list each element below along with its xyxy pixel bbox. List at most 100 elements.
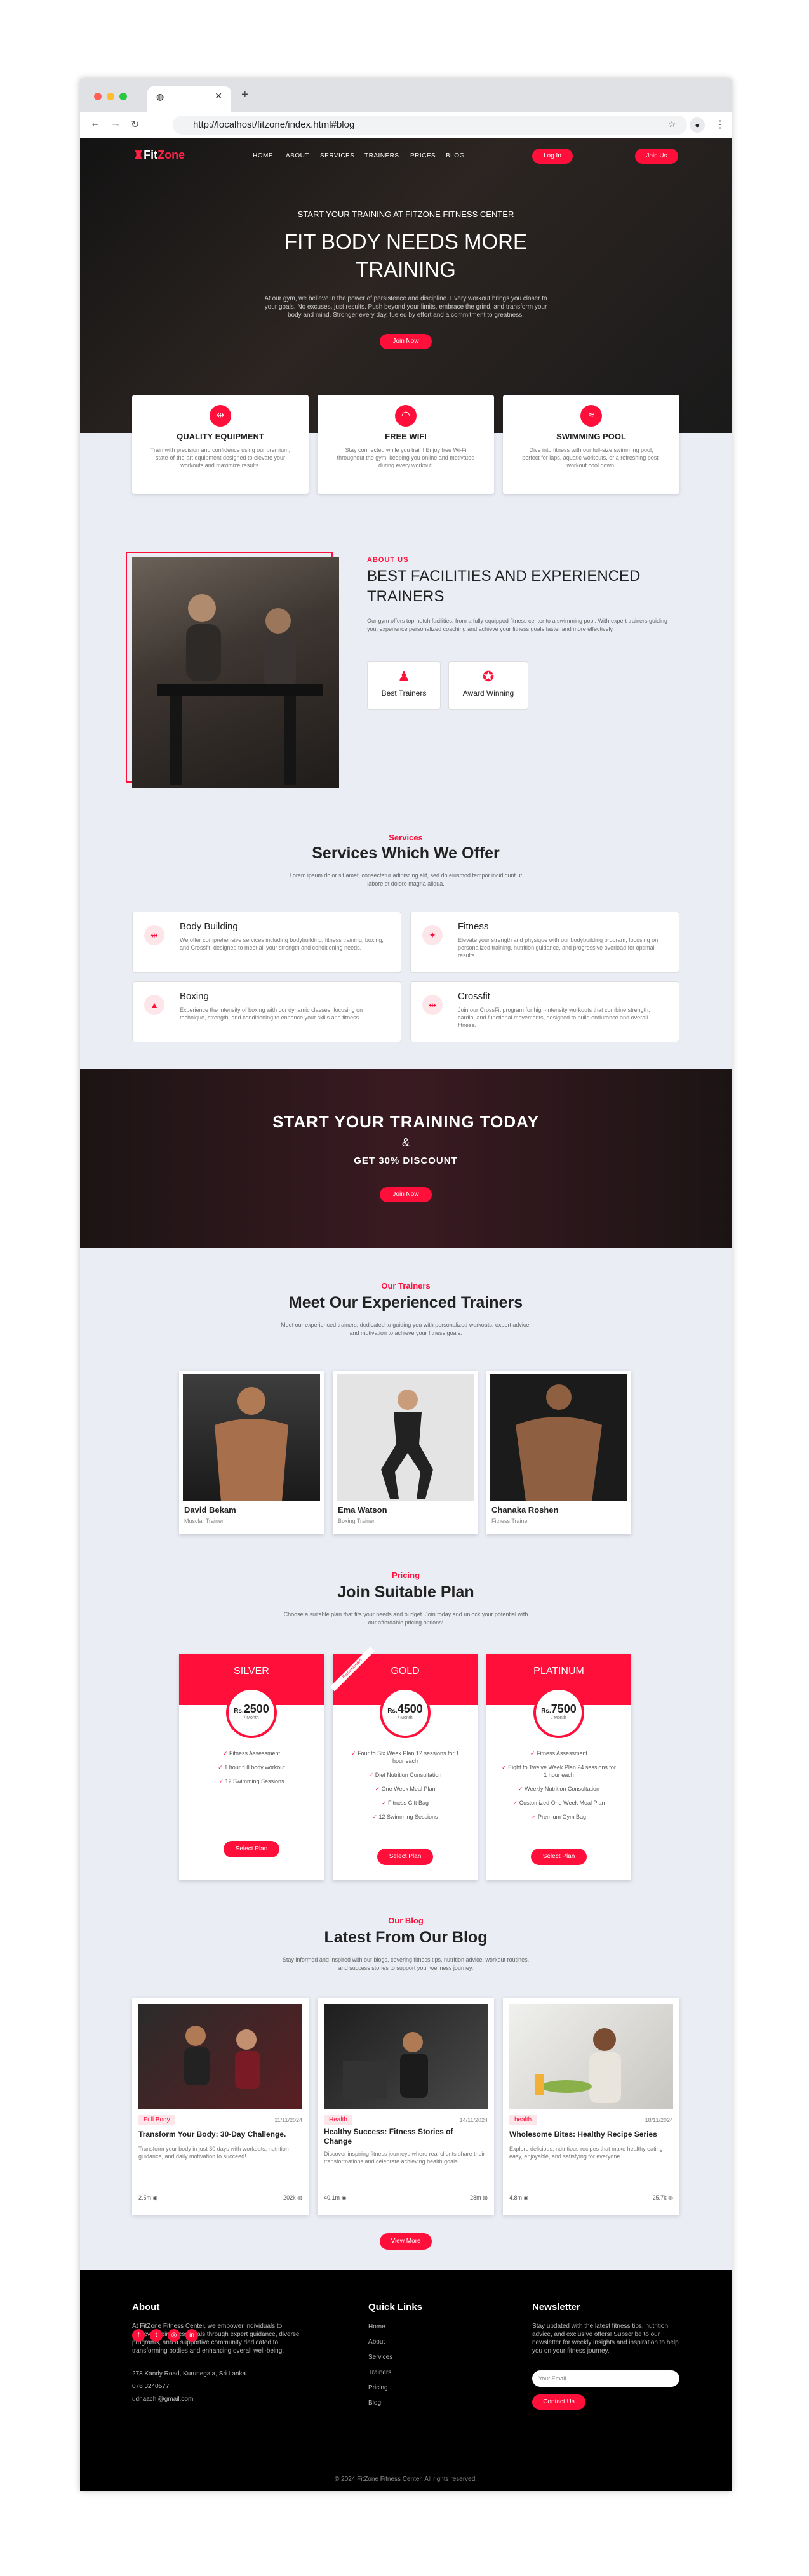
service-card-body-building[interactable]: ⇹ Body Building We offer comprehensive s… (132, 912, 401, 973)
select-plan-button[interactable]: Select Plan (224, 1841, 279, 1857)
trainer-card[interactable]: David Bekam Musclar Trainer (179, 1371, 324, 1534)
trainers-eyebrow: Our Trainers (381, 1281, 431, 1291)
footer-link-about[interactable]: About (368, 2339, 385, 2346)
url-input[interactable]: http://localhost/fitzone/index.html#blog (173, 116, 687, 135)
service-card-boxing[interactable]: ▲ Boxing Experience the intensity of box… (132, 981, 401, 1042)
blog-eyebrow: Our Blog (388, 1916, 424, 1925)
view-more-button[interactable]: View More (380, 2233, 432, 2250)
close-window-button[interactable] (94, 93, 102, 100)
nav-prices[interactable]: PRICES (410, 152, 436, 159)
hero-section: ♜FitZone HOME ABOUT SERVICES TRAINERS PR… (80, 138, 732, 433)
footer-email[interactable]: udnaachi@gmail.com (132, 2396, 193, 2403)
per-month: / Month (398, 1716, 413, 1720)
check-icon: ✓ (381, 1800, 387, 1806)
banner-title: START YOUR TRAINING TODAY (272, 1112, 539, 1131)
bookmark-star-icon[interactable]: ☆ (668, 119, 676, 129)
blog-card[interactable]: Full Body 11/11/2024 Transform Your Body… (132, 1998, 309, 2215)
nav-blog[interactable]: BLOG (446, 152, 465, 159)
subscribe-button[interactable]: Contact Us (532, 2394, 585, 2410)
blog-card[interactable]: Health 14/11/2024 Healthy Success: Fitne… (318, 1998, 494, 2215)
service-card-crossfit[interactable]: ⇹ Crossfit Join our CrossFit program for… (410, 981, 679, 1042)
check-icon: ✓ (368, 1772, 374, 1778)
service-card-fitness[interactable]: ✦ Fitness Elevate your strength and phys… (410, 912, 679, 973)
nav-home[interactable]: HOME (253, 152, 273, 159)
footer-link-home[interactable]: Home (368, 2323, 385, 2330)
twitter-icon[interactable]: t (150, 2329, 163, 2342)
hero-eyebrow: START YOUR TRAINING AT FITZONE FITNESS C… (297, 209, 514, 219)
profile-icon[interactable]: ● (690, 117, 705, 133)
hero-join-button[interactable]: Join Now (380, 334, 432, 349)
trainer-photo (490, 1374, 627, 1501)
hero-title-line2: TRAINING (356, 258, 456, 281)
forward-icon[interactable]: → (110, 118, 121, 129)
menu-dots-icon[interactable]: ⋮ (715, 118, 725, 131)
login-button[interactable]: Log In (532, 149, 573, 164)
blog-photo (138, 2004, 302, 2109)
maximize-window-button[interactable] (119, 93, 127, 100)
blog-comments: 202k ◍ (283, 2194, 302, 2201)
service-title: Boxing (180, 991, 209, 1002)
kettlebell-icon: ⇹ (422, 995, 443, 1015)
blog-date: 11/11/2024 (274, 2117, 302, 2123)
check-icon: ✓ (518, 1786, 523, 1792)
comment-icon: ◍ (297, 2194, 302, 2201)
blog-post-title[interactable]: Healthy Success: Fitness Stories of (324, 2127, 453, 2136)
service-text: We offer comprehensive services includin… (180, 937, 384, 951)
services-text: Lorem ipsum dolor sit amet, consectetur … (289, 872, 523, 879)
blog-views: 40.1m ◉ (324, 2194, 347, 2201)
footer-link-blog[interactable]: Blog (368, 2400, 381, 2407)
currency: Rs. (234, 1708, 244, 1715)
join-us-button[interactable]: Join Us (635, 149, 678, 164)
trainer-card[interactable]: Chanaka Roshen Fitness Trainer (486, 1371, 631, 1534)
blog-post-title[interactable]: Wholesome Bites: Healthy Recipe Series (509, 2130, 657, 2139)
per-month: / Month (244, 1716, 259, 1720)
trainer-card[interactable]: Ema Watson Boxing Trainer (333, 1371, 478, 1534)
nav-services[interactable]: SERVICES (320, 152, 354, 159)
feature-text: Train with precision and confidence usin… (150, 447, 291, 468)
select-plan-button[interactable]: Select Plan (377, 1849, 433, 1865)
newsletter-email-input[interactable] (532, 2370, 679, 2387)
feature-card-pool: ≈ SWIMMING POOL Dive into fitness with o… (503, 395, 679, 494)
browser-tab[interactable]: ◍ ✕ (147, 86, 231, 112)
plan-price-circle: Rs.2500/ Month (226, 1687, 277, 1738)
footer-link-trainers[interactable]: Trainers (368, 2369, 391, 2376)
banner-join-button[interactable]: Join Now (380, 1187, 432, 1202)
service-title: Body Building (180, 921, 238, 932)
footer-link-services[interactable]: Services (368, 2354, 392, 2361)
trainers-text: Meet our experienced trainers, dedicated… (281, 1322, 531, 1328)
trainers-title: Meet Our Experienced Trainers (288, 1294, 523, 1311)
eye-icon: ◉ (152, 2194, 158, 2201)
check-icon: ✓ (375, 1786, 380, 1792)
new-tab-icon[interactable]: + (241, 88, 249, 102)
nav-about[interactable]: ABOUT (286, 152, 309, 159)
plan-card-gold: GOLD Recommended Rs.4500/ Month ✓ Four t… (330, 1646, 478, 1880)
feature-card-equipment: ⇹ QUALITY EQUIPMENT Train with precision… (132, 395, 309, 494)
blog-post-title[interactable]: Transform Your Body: 30-Day Challenge. (138, 2130, 286, 2139)
blog-tag[interactable]: Full Body (138, 2115, 175, 2125)
feature-title: FREE WIFI (385, 432, 427, 441)
linkedin-icon[interactable]: in (185, 2329, 198, 2342)
plan-features: ✓ Four to Six Week Plan 12 sessions for … (351, 1750, 459, 1820)
close-tab-icon[interactable]: ✕ (215, 91, 222, 102)
back-icon[interactable]: ← (90, 118, 100, 129)
nav-trainers[interactable]: TRAINERS (364, 152, 399, 159)
feature-title: SWIMMING POOL (556, 432, 626, 441)
facebook-icon[interactable]: f (132, 2329, 145, 2342)
footer-address: 278 Kandy Road, Kurunegala, Sri Lanka (132, 2370, 246, 2377)
blog-comments: 28m ◍ (470, 2194, 488, 2201)
blog-tag[interactable]: health (509, 2115, 537, 2125)
blog-post-title-2[interactable]: Change (324, 2137, 352, 2146)
instagram-icon[interactable]: ◎ (168, 2329, 180, 2342)
banner-sub: GET 30% DISCOUNT (354, 1155, 458, 1166)
reload-icon[interactable]: ↻ (131, 118, 139, 131)
about-title-line1: BEST FACILITIES AND EXPERIENCED (367, 568, 641, 585)
pricing-title: Join Suitable Plan (337, 1583, 474, 1601)
select-plan-button[interactable]: Select Plan (531, 1849, 587, 1865)
blog-tag[interactable]: Health (324, 2115, 352, 2125)
blog-photo (509, 2004, 673, 2109)
site-logo[interactable]: ♜FitZone (133, 149, 185, 162)
footer-link-pricing[interactable]: Pricing (368, 2384, 388, 2391)
blog-card[interactable]: health 18/11/2024 Wholesome Bites: Healt… (503, 1998, 679, 2215)
globe-icon: ◍ (156, 91, 164, 102)
minimize-window-button[interactable] (107, 93, 114, 100)
